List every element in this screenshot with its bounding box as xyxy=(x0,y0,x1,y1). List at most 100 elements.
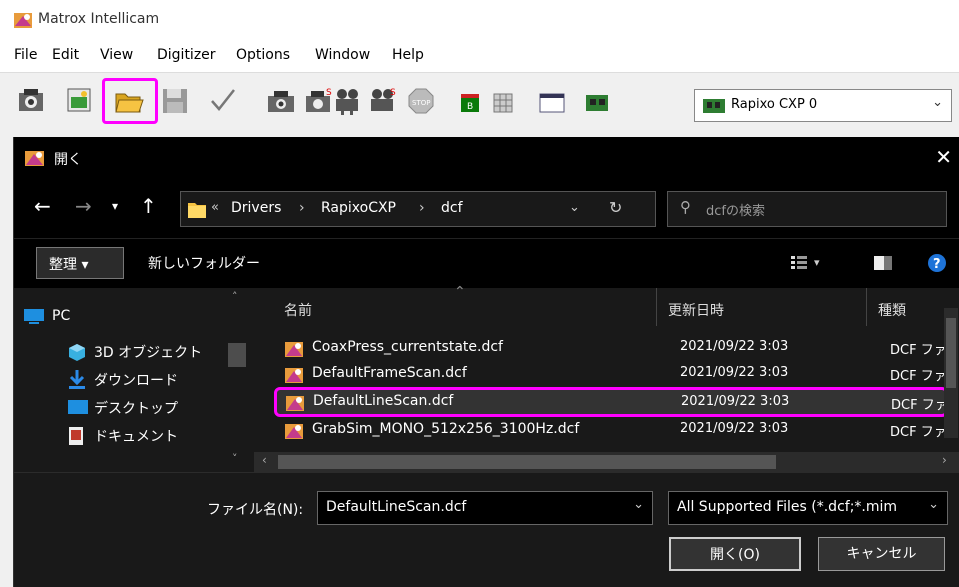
device-board-icon xyxy=(703,99,725,113)
preview-pane-icon[interactable] xyxy=(874,256,892,270)
menu-edit[interactable]: Edit xyxy=(52,47,79,63)
svg-text:S: S xyxy=(326,88,332,98)
stop-icon[interactable]: STOP xyxy=(406,86,436,116)
file-row-selected[interactable]: DefaultLineScan.dcf 2021/09/22 3:03 DCF … xyxy=(274,387,948,417)
search-icon: ⚲ xyxy=(680,198,691,216)
file-name: GrabSim_MONO_512x256_3100Hz.dcf xyxy=(312,421,580,437)
menu-help[interactable]: Help xyxy=(392,47,424,63)
menu-options[interactable]: Options xyxy=(236,47,290,63)
cancel-button[interactable]: キャンセル xyxy=(818,537,945,571)
file-row[interactable]: GrabSim_MONO_512x256_3100Hz.dcf 2021/09/… xyxy=(268,418,950,444)
file-date: 2021/09/22 3:03 xyxy=(680,421,789,436)
filename-input[interactable]: DefaultLineScan.dcf ⌄ xyxy=(317,491,653,525)
checkmark-icon[interactable] xyxy=(208,86,238,116)
scroll-left-icon[interactable]: ‹ xyxy=(262,453,267,467)
file-name: CoaxPress_currentstate.dcf xyxy=(312,339,503,355)
file-date: 2021/09/22 3:03 xyxy=(681,394,790,409)
snap-sequence-icon[interactable]: S xyxy=(304,86,334,116)
breadcrumb-separator: › xyxy=(419,200,425,216)
address-history-chevron-icon[interactable]: ⌄ xyxy=(569,200,580,215)
app-titlebar: Matrox Intellicam xyxy=(0,0,959,40)
search-box[interactable]: ⚲ dcfの検索 xyxy=(667,191,947,227)
board-icon[interactable] xyxy=(583,88,613,118)
svg-text:?: ? xyxy=(933,257,941,272)
camera-grab-icon[interactable] xyxy=(16,85,46,115)
grab-sequence-icon[interactable]: S xyxy=(368,86,398,116)
file-list: ⌃ 名前 更新日時 種類 CoaxPress_currentstate.dcf … xyxy=(254,284,959,472)
dcf-file-icon xyxy=(286,396,304,411)
save-icon[interactable] xyxy=(160,86,190,116)
menu-window[interactable]: Window xyxy=(315,47,370,63)
menu-view[interactable]: View xyxy=(100,47,133,63)
scroll-right-icon[interactable]: › xyxy=(942,453,947,467)
download-arrow-icon xyxy=(69,370,85,389)
nav-scroll-up-icon[interactable]: ˄ xyxy=(232,290,238,303)
address-bar[interactable]: « Drivers › RapixoCXP › dcf ⌄ ↻ xyxy=(180,191,656,227)
command-bar: 整理 ▾ 新しいフォルダー ▾ ? xyxy=(14,238,959,288)
nav-scroll-down-icon[interactable]: ˅ xyxy=(232,452,238,465)
view-chevron-icon[interactable]: ▾ xyxy=(814,256,820,269)
overlay-icon[interactable]: B xyxy=(455,88,485,118)
open-button[interactable]: 開く(O) xyxy=(669,537,801,571)
new-image-icon[interactable] xyxy=(64,85,94,115)
dialog-titlebar: 開く ✕ xyxy=(14,137,959,180)
window-icon[interactable] xyxy=(537,88,567,118)
new-folder-button[interactable]: 新しいフォルダー xyxy=(148,253,260,273)
up-arrow-icon[interactable]: ↑ xyxy=(140,194,157,218)
column-header-date[interactable]: 更新日時 xyxy=(668,300,724,320)
vertical-scrollbar-thumb[interactable] xyxy=(946,318,956,388)
file-row[interactable]: CoaxPress_currentstate.dcf 2021/09/22 3:… xyxy=(268,336,950,362)
file-name: DefaultFrameScan.dcf xyxy=(312,365,467,381)
organize-button[interactable]: 整理 ▾ xyxy=(36,247,124,279)
menubar: File Edit View Digitizer Options Window … xyxy=(0,40,959,72)
grid-icon[interactable] xyxy=(488,88,518,118)
breadcrumb-overflow[interactable]: « xyxy=(211,200,219,215)
sort-ascending-icon: ⌃ xyxy=(454,284,466,300)
file-type: DCF ファイ xyxy=(890,343,950,358)
open-folder-icon[interactable] xyxy=(114,86,144,116)
chevron-down-icon[interactable]: ⌄ xyxy=(633,497,644,512)
file-row[interactable]: DefaultFrameScan.dcf 2021/09/22 3:03 DCF… xyxy=(268,362,950,388)
horizontal-scrollbar-thumb[interactable] xyxy=(278,455,776,469)
file-name: DefaultLineScan.dcf xyxy=(313,393,454,409)
view-options-icon[interactable] xyxy=(791,255,807,271)
filetype-select[interactable]: All Supported Files (*.dcf;*.mim ⌄ xyxy=(668,491,948,525)
dialog-navbar: ← → ▾ ↑ « Drivers › RapixoCXP › dcf ⌄ ↻ … xyxy=(14,180,959,238)
breadcrumb-drivers[interactable]: Drivers xyxy=(231,200,281,216)
organize-label: 整理 ▾ xyxy=(49,257,89,273)
file-date: 2021/09/22 3:03 xyxy=(680,339,789,354)
refresh-icon[interactable]: ↻ xyxy=(609,198,622,217)
menu-digitizer[interactable]: Digitizer xyxy=(157,47,216,63)
forward-arrow-icon[interactable]: → xyxy=(75,194,92,218)
svg-text:B: B xyxy=(467,102,473,112)
dcf-file-icon xyxy=(285,424,303,439)
cube-icon xyxy=(69,344,85,361)
help-icon[interactable]: ? xyxy=(927,253,947,273)
device-select[interactable]: Rapixo CXP 0 ⌄ xyxy=(694,89,952,122)
dcf-file-icon xyxy=(285,342,303,357)
vertical-scrollbar[interactable] xyxy=(944,308,958,438)
nav-item-label: デスクトップ xyxy=(94,401,178,417)
close-icon[interactable]: ✕ xyxy=(935,145,952,169)
menu-file[interactable]: File xyxy=(14,47,37,63)
pc-icon xyxy=(24,309,44,324)
column-header-type[interactable]: 種類 xyxy=(878,300,906,320)
chevron-down-icon[interactable]: ⌄ xyxy=(928,497,939,512)
dcf-file-icon xyxy=(285,368,303,383)
nav-item-label: 3D オブジェクト xyxy=(94,345,203,361)
grab-continuous-icon[interactable] xyxy=(333,86,363,116)
column-divider[interactable] xyxy=(866,288,867,326)
column-divider[interactable] xyxy=(656,288,657,326)
nav-scrollbar-thumb[interactable] xyxy=(228,343,246,367)
column-header-name[interactable]: 名前 xyxy=(284,300,312,320)
breadcrumb-rapixocxp[interactable]: RapixoCXP xyxy=(321,200,396,216)
horizontal-scrollbar[interactable]: ‹ › xyxy=(254,452,959,472)
snap-camera-icon[interactable] xyxy=(266,86,296,116)
breadcrumb-dcf[interactable]: dcf xyxy=(441,200,463,216)
back-arrow-icon[interactable]: ← xyxy=(34,194,51,218)
nav-item-label: ダウンロード xyxy=(94,373,178,389)
nav-item-label: ドキュメント xyxy=(94,429,178,445)
file-date: 2021/09/22 3:03 xyxy=(680,365,789,380)
dialog-logo-icon xyxy=(25,151,44,166)
recent-chevron-icon[interactable]: ▾ xyxy=(112,199,118,213)
